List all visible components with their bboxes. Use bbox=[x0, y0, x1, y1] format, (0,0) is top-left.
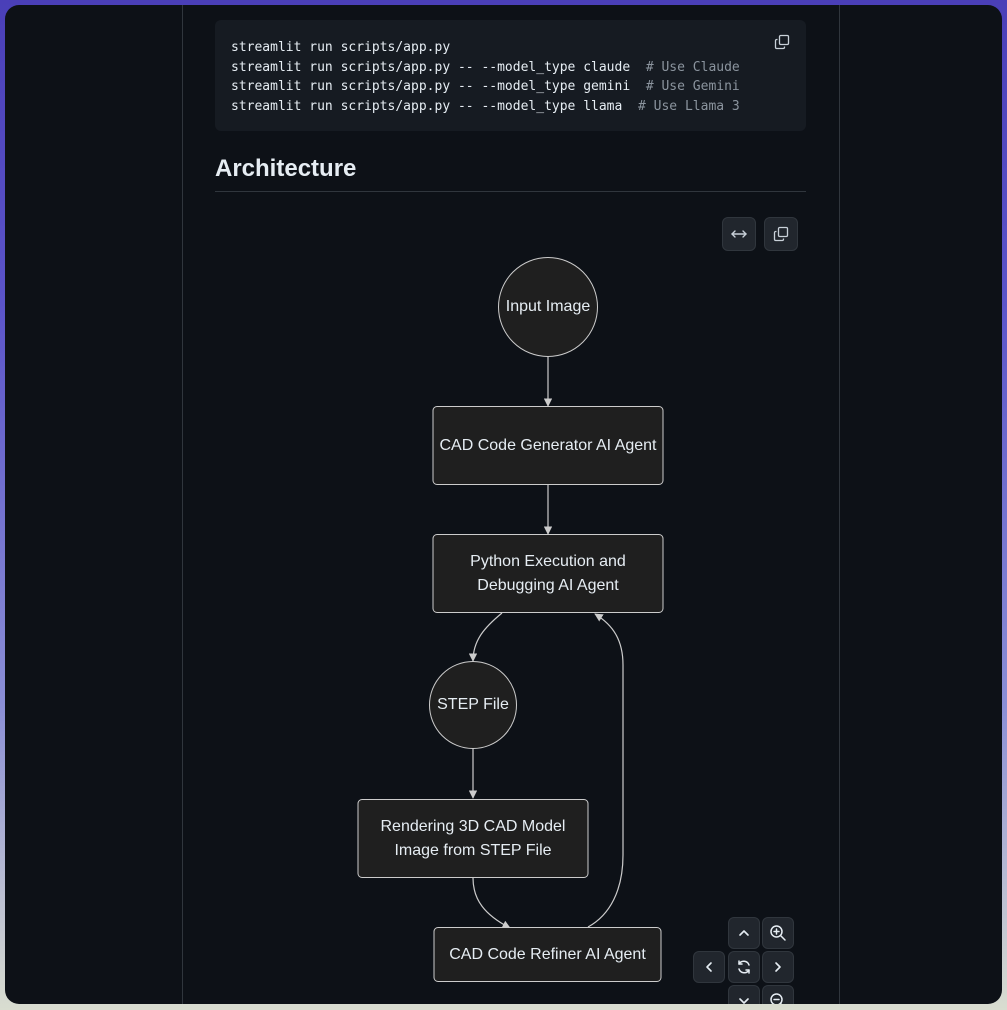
chevron-down-icon bbox=[739, 998, 749, 1004]
zoom-in-icon bbox=[770, 925, 786, 941]
reset-button[interactable] bbox=[728, 951, 760, 983]
pan-left-button[interactable] bbox=[693, 951, 725, 983]
app-window: streamlit run scripts/app.py streamlit r… bbox=[5, 5, 1002, 1004]
zoom-in-button[interactable] bbox=[762, 917, 794, 949]
node-cad-generator: CAD Code Generator AI Agent bbox=[439, 437, 657, 454]
zoom-out-button[interactable] bbox=[762, 985, 794, 1004]
edge-rendering-to-refiner bbox=[472, 877, 511, 929]
pan-right-button[interactable] bbox=[762, 951, 794, 983]
pan-up-button[interactable] bbox=[728, 917, 760, 949]
chevron-up-icon bbox=[739, 930, 749, 936]
chevron-left-icon bbox=[706, 962, 712, 972]
node-input-image: Input Image bbox=[505, 298, 591, 315]
edge-exec-to-step bbox=[468, 612, 503, 662]
edge-refiner-to-exec bbox=[587, 613, 624, 928]
node-step-file: STEP File bbox=[437, 696, 509, 713]
node-python-exec: Python Execution and Debugging AI Agent bbox=[470, 553, 626, 594]
node-rendering: Rendering 3D CAD Model Image from STEP F… bbox=[380, 818, 566, 859]
reset-icon bbox=[738, 960, 750, 974]
chevron-right-icon bbox=[775, 962, 781, 972]
zoom-out-icon bbox=[770, 993, 783, 1004]
pan-down-button[interactable] bbox=[728, 985, 760, 1004]
node-refiner: CAD Code Refiner AI Agent bbox=[449, 946, 646, 963]
